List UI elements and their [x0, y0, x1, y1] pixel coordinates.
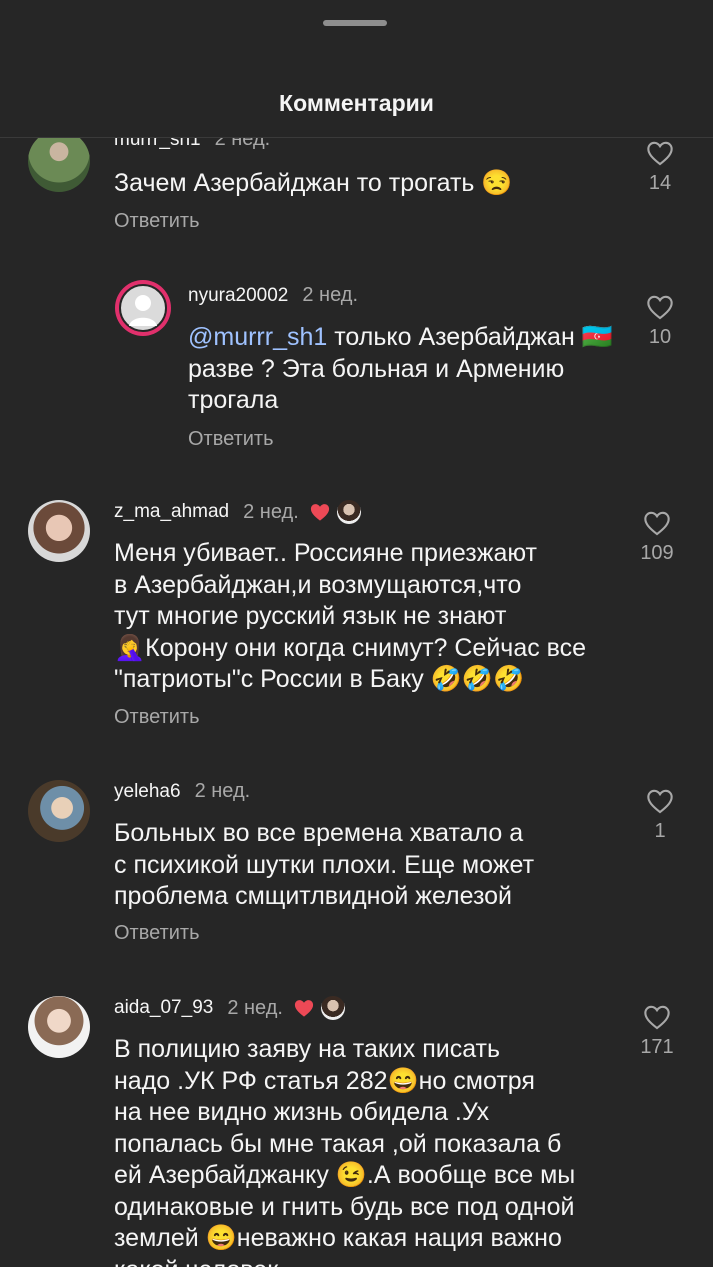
reply-button[interactable]: Ответить: [114, 210, 200, 233]
heart-icon: [644, 511, 670, 536]
avatar[interactable]: [28, 500, 90, 562]
heart-icon: [647, 789, 673, 814]
comment-text-content: Зачем Азербайджан то трогать 😒: [114, 169, 513, 197]
creator-liked-heart-icon: [310, 504, 329, 521]
comment-text: @murrr_sh1 только Азербайджан 🇦🇿 разве ?…: [188, 322, 628, 417]
comment-username[interactable]: nyura20002: [188, 285, 288, 307]
heart-icon: [644, 1005, 670, 1030]
like-button[interactable]: 109: [627, 510, 687, 565]
avatar[interactable]: [28, 996, 90, 1058]
reply-button[interactable]: Ответить: [114, 706, 200, 729]
like-count: 14: [648, 172, 672, 194]
comment-time: 2 нед.: [243, 500, 299, 523]
like-button[interactable]: 10: [630, 294, 690, 349]
comment-text: В полицию заяву на таких писать надо .УК…: [114, 1035, 576, 1267]
page-title: Комментарии: [279, 90, 434, 116]
reply-button[interactable]: Ответить: [114, 922, 200, 945]
avatar[interactable]: [115, 280, 171, 336]
comment-meta: z_ma_ahmad 2 нед.: [114, 500, 361, 524]
drag-handle[interactable]: [323, 20, 387, 26]
avatar[interactable]: [28, 780, 90, 842]
like-count: 109: [640, 542, 674, 564]
comment-time: 2 нед.: [227, 996, 283, 1019]
avatar-inner: [119, 284, 167, 332]
avatar[interactable]: [28, 138, 90, 192]
comment-text: Меня убивает.. Россияне приезжают в Азер…: [114, 539, 587, 693]
comment-username[interactable]: yeleha6: [114, 781, 181, 803]
like-button[interactable]: 14: [630, 140, 690, 195]
heart-icon: [647, 141, 673, 166]
comments-list[interactable]: murrr_sh1 2 нед. Зачем Азербайджан то тр…: [0, 138, 713, 1267]
comment-username[interactable]: z_ma_ahmad: [114, 501, 229, 523]
creator-avatar-icon: [336, 500, 361, 524]
like-count: 1: [654, 820, 666, 842]
comment-text: Зачем Азербайджан то трогать 😒: [114, 168, 513, 200]
mention-link[interactable]: @murrr_sh1: [188, 323, 327, 351]
comment-text: Больных во все времена хватало а с психи…: [114, 819, 535, 910]
comment-meta: nyura20002 2 нед.: [188, 284, 358, 307]
like-button[interactable]: 1: [630, 788, 690, 843]
reply-button[interactable]: Ответить: [188, 428, 274, 451]
comment-meta: murrr_sh1 2 нед.: [114, 138, 270, 151]
heart-icon: [647, 295, 673, 320]
comment-time: 2 нед.: [302, 284, 359, 306]
like-button[interactable]: 171: [627, 1004, 687, 1059]
comment-username[interactable]: murrr_sh1: [114, 138, 201, 151]
creator-avatar-icon: [320, 996, 345, 1020]
like-count: 171: [640, 1036, 674, 1058]
comment-meta: aida_07_93 2 нед.: [114, 996, 345, 1020]
comment-time: 2 нед.: [194, 780, 251, 802]
like-count: 10: [648, 326, 672, 348]
comment-time: 2 нед.: [214, 138, 271, 150]
comment-meta: yeleha6 2 нед.: [114, 780, 250, 803]
comment-username[interactable]: aida_07_93: [114, 997, 213, 1019]
creator-liked-heart-icon: [294, 1000, 314, 1017]
default-avatar-icon: [129, 295, 157, 326]
